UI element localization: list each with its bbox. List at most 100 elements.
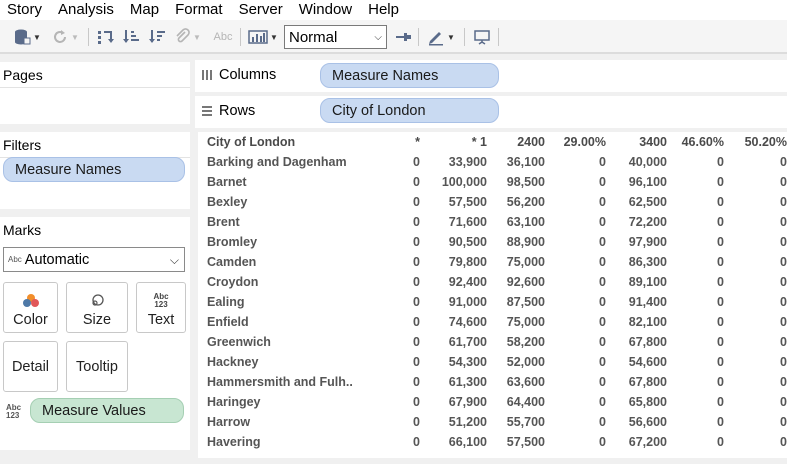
rows-pill-city-of-london[interactable]: City of London — [320, 98, 499, 123]
column-header[interactable]: 46.60% — [667, 132, 724, 152]
presentation-icon — [474, 30, 490, 45]
menu-help[interactable]: Help — [360, 0, 407, 20]
table-cell: 100,000 — [441, 175, 487, 189]
column-header[interactable]: 29.00% — [545, 132, 606, 152]
table-cell: 0 — [599, 295, 606, 309]
crosstab-view[interactable]: City of London * * 1 2400 29.00% 3400 46.60% 50… — [198, 132, 787, 458]
row-label[interactable]: Bexley — [198, 192, 398, 212]
color-button[interactable]: Color — [3, 282, 58, 333]
table-cell: 0 — [599, 375, 606, 389]
filter-pill-measure-names[interactable]: Measure Names — [3, 157, 185, 182]
table-cell: 0 — [599, 175, 606, 189]
menu-server[interactable]: Server — [231, 0, 291, 20]
table-row[interactable]: Camden 0 79,800 75,000 0 86,300 0 0 — [198, 252, 787, 272]
tooltip-button[interactable]: Tooltip — [66, 341, 128, 392]
show-me-button[interactable]: ▼ — [246, 26, 280, 48]
column-header[interactable]: 2400 — [487, 132, 545, 152]
column-header[interactable]: 50.20% — [724, 132, 787, 152]
table-cell: 56,600 — [628, 415, 667, 429]
color-button-label: Color — [13, 312, 48, 328]
table-row[interactable]: Haringey 0 67,900 64,400 0 65,800 0 0 — [198, 392, 787, 412]
table-row[interactable]: Greenwich 0 61,700 58,200 0 67,800 0 0 — [198, 332, 787, 352]
table-cell: 0 — [599, 315, 606, 329]
table-cell: 0 — [599, 275, 606, 289]
table-row[interactable]: Croydon 0 92,400 92,600 0 89,100 0 0 — [198, 272, 787, 292]
toolbar-divider — [464, 28, 465, 46]
table-cell: 0 — [413, 295, 420, 309]
table-row[interactable]: Bexley 0 57,500 56,200 0 62,500 0 0 — [198, 192, 787, 212]
row-label[interactable]: Brent — [198, 212, 398, 232]
column-header[interactable]: 3400 — [606, 132, 667, 152]
row-label[interactable]: Barnet — [198, 172, 398, 192]
table-cell: 0 — [717, 215, 724, 229]
size-button[interactable]: Size — [66, 282, 128, 333]
menu-format[interactable]: Format — [167, 0, 231, 20]
table-cell: 0 — [413, 435, 420, 449]
row-label[interactable]: Bromley — [198, 232, 398, 252]
measure-values-pill[interactable]: Measure Values — [30, 398, 184, 423]
table-cell: 0 — [780, 215, 787, 229]
row-label[interactable]: Camden — [198, 252, 398, 272]
pin-icon — [396, 33, 411, 41]
detail-button[interactable]: Detail — [3, 341, 58, 392]
row-label[interactable]: Croydon — [198, 272, 398, 292]
sort-ascending-button[interactable] — [120, 26, 142, 48]
table-cell: 0 — [413, 335, 420, 349]
toolbar: ▼ ▼ ▼ Abc ▼ Normal ⌵ ▼ — [0, 20, 787, 54]
presentation-mode-button[interactable] — [470, 26, 494, 48]
table-row[interactable]: Bromley 0 90,500 88,900 0 97,900 0 0 — [198, 232, 787, 252]
refresh-button[interactable]: ▼ — [50, 26, 80, 48]
table-row[interactable]: Havering 0 66,100 57,500 0 67,200 0 0 — [198, 432, 787, 452]
fix-axes-button[interactable] — [392, 26, 414, 48]
table-cell: 0 — [717, 395, 724, 409]
mark-type-dropdown[interactable]: Abc Automatic ⌵ — [3, 247, 185, 272]
labels-button[interactable]: Abc — [210, 26, 236, 48]
table-cell: 0 — [717, 375, 724, 389]
table-row[interactable]: Barking and Dagenham 0 33,900 36,100 0 40,000… — [198, 152, 787, 172]
row-label[interactable]: Hackney — [198, 352, 398, 372]
caret-down-icon: ▼ — [193, 32, 201, 42]
row-label[interactable]: Havering — [198, 432, 398, 452]
table-row[interactable]: Harrow 0 51,200 55,700 0 56,600 0 0 — [198, 412, 787, 432]
row-label[interactable]: Haringey — [198, 392, 398, 412]
table-cell: 91,400 — [628, 295, 667, 309]
table-cell: 0 — [717, 255, 724, 269]
text-button[interactable]: Abc 123 Text — [136, 282, 186, 333]
menu-map[interactable]: Map — [122, 0, 167, 20]
table-cell: 0 — [413, 195, 420, 209]
marks-panel-title: Marks — [3, 222, 42, 238]
row-label[interactable]: Ealing — [198, 292, 398, 312]
table-cell: 0 — [780, 315, 787, 329]
rows-shelf[interactable]: Rows City of London — [195, 96, 787, 128]
table-cell: 0 — [413, 375, 420, 389]
column-header[interactable]: * — [398, 132, 420, 152]
row-label[interactable]: Enfield — [198, 312, 398, 332]
row-header-title[interactable]: City of London — [198, 132, 398, 152]
annotate-button[interactable]: ▼ — [424, 26, 458, 48]
table-row[interactable]: Barnet 0 100,000 98,500 0 96,100 0 0 — [198, 172, 787, 192]
columns-pill-measure-names[interactable]: Measure Names — [320, 63, 499, 88]
datasource-button[interactable]: ▼ — [10, 26, 44, 48]
swap-button[interactable] — [94, 26, 116, 48]
row-label[interactable]: Greenwich — [198, 332, 398, 352]
row-label[interactable]: Barking and Dagenham — [198, 152, 398, 172]
menu-story[interactable]: Story — [0, 0, 50, 20]
menu-analysis[interactable]: Analysis — [50, 0, 122, 20]
fit-dropdown[interactable]: Normal ⌵ — [284, 25, 387, 49]
table-row[interactable]: Hackney 0 54,300 52,000 0 54,600 0 0 — [198, 352, 787, 372]
menu-window[interactable]: Window — [291, 0, 360, 20]
table-row[interactable]: Ealing 0 91,000 87,500 0 91,400 0 0 — [198, 292, 787, 312]
highlight-button[interactable]: ▼ — [172, 26, 202, 48]
table-row[interactable]: Enfield 0 74,600 75,000 0 82,100 0 0 — [198, 312, 787, 332]
column-header[interactable]: * 1 — [420, 132, 487, 152]
sort-descending-button[interactable] — [146, 26, 168, 48]
row-label[interactable]: Harrow — [198, 412, 398, 432]
columns-shelf[interactable]: Columns Measure Names — [195, 60, 787, 92]
table-cell: 0 — [599, 155, 606, 169]
row-label[interactable]: Hammersmith and Fulh.. — [198, 372, 398, 392]
table-row[interactable]: Brent 0 71,600 63,100 0 72,200 0 0 — [198, 212, 787, 232]
table-row[interactable]: Hammersmith and Fulh.. 0 61,300 63,600 0 67,8… — [198, 372, 787, 392]
table-cell: 96,100 — [628, 175, 667, 189]
pages-panel[interactable]: Pages — [0, 62, 190, 124]
filters-panel[interactable]: Filters Measure Names — [0, 132, 190, 209]
